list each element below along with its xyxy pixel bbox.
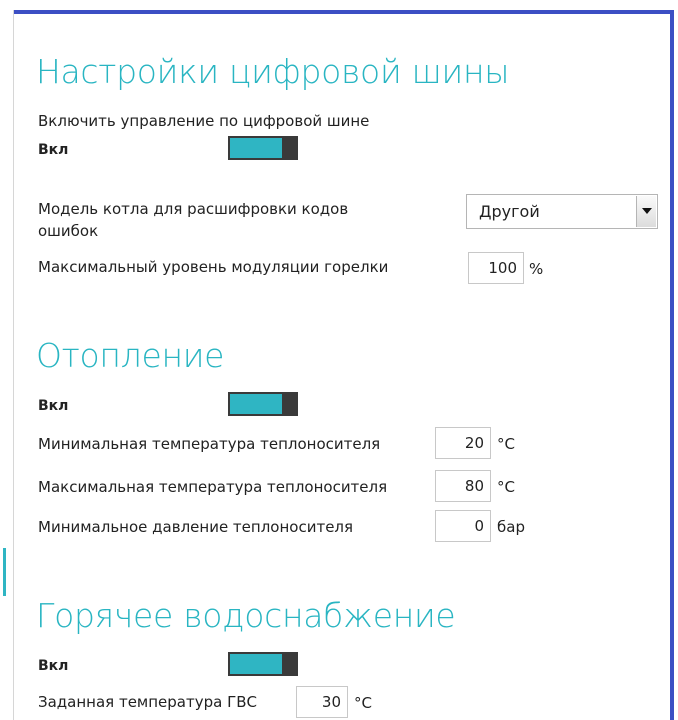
enable-digital-bus-label: Включить управление по цифровой шине (38, 112, 370, 130)
min-temp-label: Минимальная температура теплоносителя (38, 435, 381, 453)
max-temp-label: Максимальная температура теплоносителя (38, 478, 388, 496)
digital-bus-state-label: Вкл (38, 142, 69, 158)
modulation-unit: % (529, 260, 544, 278)
hot-water-state-label: Вкл (38, 658, 69, 674)
boiler-model-selected-value: Другой (479, 202, 540, 221)
heating-state-label: Вкл (38, 398, 69, 414)
hot-water-temp-label: Заданная температура ГВС (38, 693, 258, 711)
max-temp-input[interactable] (435, 470, 491, 502)
toggle-thumb (282, 392, 298, 416)
section-title-digital-bus: Настройки цифровой шины (36, 52, 510, 91)
hot-water-temp-input[interactable] (296, 686, 348, 718)
heating-toggle[interactable] (228, 392, 298, 416)
boiler-model-label: Модель котла для расшифровки кодов ошибо… (38, 200, 349, 240)
toggle-thumb (282, 136, 298, 160)
toggle-thumb (282, 652, 298, 676)
min-pressure-input[interactable] (435, 510, 491, 542)
min-temp-input[interactable] (435, 427, 491, 459)
dropdown-arrow-icon[interactable] (636, 196, 656, 227)
hot-water-toggle[interactable] (228, 652, 298, 676)
digital-bus-toggle[interactable] (228, 136, 298, 160)
scroll-indicator (3, 548, 6, 596)
hot-water-temp-unit: °C (354, 694, 372, 712)
min-temp-unit: °C (497, 435, 515, 453)
window-right-border (670, 10, 674, 720)
section-title-hot-water: Горячее водоснабжение (36, 596, 456, 635)
section-title-heating: Отопление (36, 336, 225, 375)
max-temp-unit: °C (497, 478, 515, 496)
settings-panel: Настройки цифровой шины Включить управле… (14, 14, 670, 720)
min-pressure-label: Минимальное давление теплоносителя (38, 518, 354, 536)
min-pressure-unit: бар (497, 518, 525, 536)
modulation-label: Максимальный уровень модуляции горелки (38, 258, 389, 276)
modulation-input[interactable] (468, 252, 524, 284)
boiler-model-select[interactable]: Другой (466, 194, 658, 229)
